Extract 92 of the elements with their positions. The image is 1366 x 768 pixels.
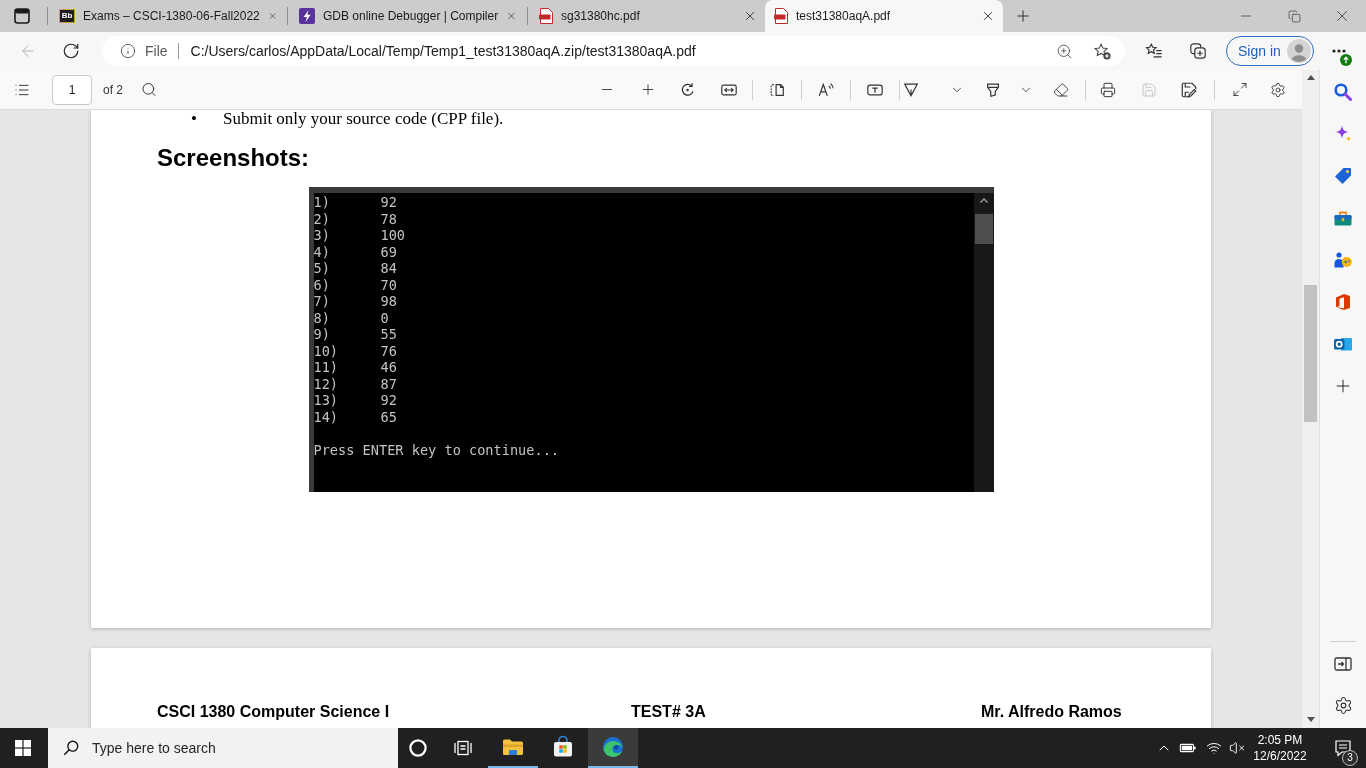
pdf-file-icon [774,8,788,24]
close-icon[interactable] [743,9,757,23]
circle-icon[interactable] [408,738,428,758]
console-value: 65 [380,408,397,425]
save-as-icon[interactable] [1180,80,1198,99]
console-index: 8) [313,309,330,326]
search-icon[interactable] [141,81,157,98]
app-logo-icon[interactable] [1333,292,1353,312]
expand-icon[interactable] [1232,81,1248,98]
console-value: 84 [380,260,397,277]
console-value: 0 [380,309,389,326]
shopping-bag-icon[interactable] [551,735,575,759]
speaker-muted-icon[interactable] [1229,740,1245,756]
scrollbar-thumb[interactable] [1304,285,1317,422]
scrollbar-track[interactable] [1302,70,1319,728]
console-value: 87 [380,375,397,392]
console-index: 6) [313,276,330,293]
start-icon[interactable] [15,740,31,756]
console-value: 92 [380,194,397,211]
console-index: 12) [313,375,339,392]
info-icon[interactable] [120,43,136,59]
console-index: 3) [313,227,330,244]
more-icon[interactable] [1332,49,1346,53]
console-prompt: Press ENTER key to continue... [313,441,560,458]
scroll-up-icon [978,196,989,204]
console-index: 13) [313,392,339,409]
console-value: 69 [380,243,397,260]
console-index: 9) [313,326,330,343]
console-index: 11) [313,359,339,376]
read-aloud-icon[interactable] [817,80,835,99]
scrollbar-thumb [974,214,993,244]
favorites-icon[interactable] [1145,42,1163,60]
bullet: • [191,110,198,128]
notification-count: 3 [1342,750,1358,766]
url-field[interactable]: C:/Users/carlos/AppData/Local/Temp/Temp1_test31380aqA.zip/test31380aqA.pdf [190,39,1044,63]
sidebar-toggle-icon[interactable] [1333,654,1353,674]
clock-time[interactable]: 2:05 PM [1257,732,1303,748]
header-text: TEST# 3A [631,702,706,721]
close-icon[interactable] [981,9,995,23]
avatar-icon[interactable] [1287,39,1311,63]
add-favorite-icon[interactable] [1093,42,1111,60]
settings-icon[interactable] [1333,696,1353,715]
site-info-label[interactable]: File [145,43,168,59]
settings-icon[interactable] [1270,80,1286,99]
plus-icon[interactable] [640,81,656,98]
browser-tab[interactable]: test31380aqA.pdf [765,0,1003,32]
collections-icon[interactable] [1189,42,1207,60]
console-index: 10) [313,342,339,359]
console-index: 4) [313,243,330,260]
console-value: 100 [380,227,406,244]
pdf-file-icon [539,8,553,24]
wifi-icon[interactable] [1206,740,1222,756]
browser-tab[interactable]: sg31380hc.pdf [530,0,765,32]
console-value: 55 [380,326,397,343]
lightning-icon [299,8,315,24]
console-index: 14) [313,408,339,425]
logo-tile: Bb [59,9,75,23]
console-value: 78 [380,210,397,227]
refresh-icon[interactable] [62,42,80,60]
tag-icon[interactable] [1333,166,1353,186]
task-view-icon[interactable] [453,738,473,758]
search-icon[interactable] [62,739,80,757]
console-value: 46 [380,359,397,376]
sign-in-button[interactable]: Sign in [1226,36,1314,66]
section-heading: Screenshots: [157,144,310,172]
games-icon[interactable] [1333,250,1353,270]
console-value: 98 [380,293,397,310]
body-text: Submit only your source code (CPP file). [223,110,504,128]
clock-date[interactable]: 12/6/2022 [1253,748,1307,764]
console-index: 5) [313,260,330,277]
browser-tab[interactable]: Bb Exams – CSCI-1380-06-Fall2022 [50,0,285,32]
console-value: 76 [380,342,397,359]
scroll-down-icon[interactable] [1306,717,1315,722]
zoom-in-icon[interactable] [1056,42,1073,60]
update-badge-icon[interactable] [1340,54,1352,66]
scroll-up-icon[interactable] [1306,75,1315,80]
swirl-icon[interactable] [601,735,625,759]
restore-icon[interactable] [1287,9,1301,23]
console-value: 70 [380,276,397,293]
console-index: 2) [313,210,330,227]
console-value: 92 [380,392,397,409]
header-text: CSCI 1380 Computer Science I [157,702,390,721]
eraser-icon[interactable] [1053,80,1069,99]
header-text: Mr. Alfredo Ramos [981,702,1122,721]
address-bar[interactable]: File C:/Users/carlos/AppData/Local/Temp/Temp1_test31380aqA.zip/test31380aqA.pdf [102,36,1125,66]
printer-icon[interactable] [1100,80,1116,99]
console-index: 7) [313,293,330,310]
console-index: 1) [313,194,330,211]
page-number-field[interactable]: 1 [52,74,92,105]
page-count-label: of 2 [103,82,123,97]
tab-actions-icon[interactable] [14,8,30,24]
browser-tab[interactable]: GDB online Debugger | Compiler [290,0,525,32]
